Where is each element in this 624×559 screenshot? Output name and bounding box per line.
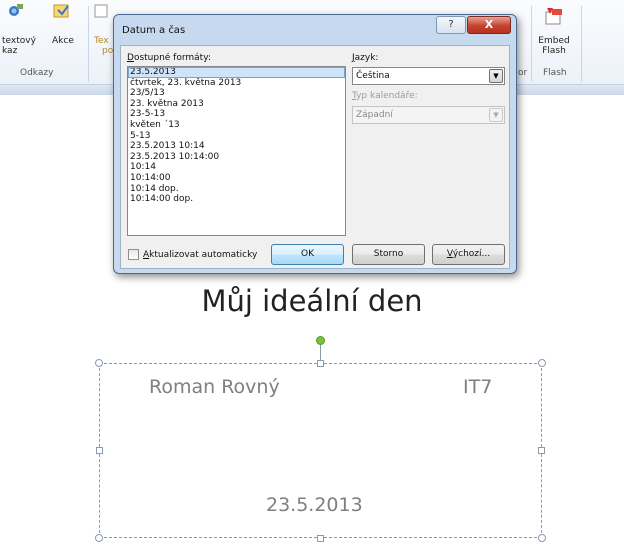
- format-list-item[interactable]: čtvrtek, 23. května 2013: [128, 78, 345, 89]
- embed-flash-button[interactable]: Embed Flash: [536, 36, 572, 56]
- ribbon-separator: [581, 6, 582, 82]
- format-list-item[interactable]: 23. května 2013: [128, 99, 345, 110]
- language-select[interactable]: Čeština ▼: [352, 67, 505, 85]
- chevron-down-icon[interactable]: ▼: [489, 69, 503, 83]
- formats-label: Dostupné formáty:: [127, 53, 211, 63]
- ok-button[interactable]: OK: [271, 244, 344, 265]
- format-list-item[interactable]: 5-13: [128, 131, 345, 142]
- rotate-handle[interactable]: [316, 336, 325, 345]
- embed-flash-label-1: Embed: [538, 36, 570, 46]
- close-button[interactable]: X: [467, 16, 511, 34]
- resize-handle-left[interactable]: [96, 447, 103, 454]
- resize-handle-bottom[interactable]: [317, 535, 324, 542]
- embed-flash-label-2: Flash: [542, 46, 566, 56]
- language-label: Jazyk:: [352, 53, 378, 63]
- format-list-item[interactable]: 10:14:00 dop.: [128, 194, 345, 205]
- akce-button[interactable]: Akce: [52, 36, 74, 46]
- resize-handle-top-left[interactable]: [95, 359, 103, 367]
- format-list-item[interactable]: 23.5.2013 10:14: [128, 141, 345, 152]
- format-list-item[interactable]: 23.5.2013: [128, 67, 345, 78]
- flash-icon[interactable]: [543, 6, 565, 29]
- calendar-type-select[interactable]: Západní ▼: [352, 106, 505, 124]
- ribbon-separator: [531, 6, 532, 82]
- author-name[interactable]: Roman Rovný: [149, 376, 280, 398]
- close-icon: X: [484, 18, 494, 31]
- auto-update-label[interactable]: Aktualizovat automaticky: [143, 250, 257, 260]
- help-button[interactable]: ?: [436, 16, 466, 34]
- group-label-odkazy: Odkazy: [20, 68, 54, 78]
- group-label-partial: or: [518, 68, 528, 78]
- ribbon-separator: [88, 6, 89, 82]
- calendar-label-text: yp kalendáře:: [356, 91, 418, 101]
- footer-placeholder-box[interactable]: Roman Rovný IT7 23.5.2013: [99, 363, 542, 538]
- calendar-type-label: Typ kalendáře:: [352, 91, 418, 101]
- format-list-item[interactable]: 10:14: [128, 162, 345, 173]
- format-list-item[interactable]: 10:14:00: [128, 173, 345, 184]
- date-time-dialog: Datum a čas ? X Dostupné formáty: 23.5.2…: [113, 14, 517, 274]
- format-list-item[interactable]: květen ´13: [128, 120, 345, 131]
- action-icon[interactable]: [52, 2, 72, 23]
- language-label-text: azyk:: [354, 53, 379, 63]
- calendar-value: Západní: [356, 110, 393, 120]
- dialog-titlebar[interactable]: Datum a čas ? X: [114, 15, 516, 45]
- language-value: Čeština: [356, 71, 390, 81]
- resize-handle-top-right[interactable]: [538, 359, 546, 367]
- default-button-text: ýchozí...: [452, 249, 491, 259]
- formats-listbox[interactable]: 23.5.2013 čtvrtek, 23. května 2013 23/5/13…: [127, 66, 346, 236]
- default-button[interactable]: Výchozí...: [432, 244, 505, 265]
- resize-handle-bottom-right[interactable]: [538, 534, 546, 542]
- hyperlink-icon[interactable]: [8, 2, 26, 21]
- text-button-partial[interactable]: Tex po: [94, 36, 113, 56]
- resize-handle-top[interactable]: [317, 360, 324, 367]
- dialog-title: Datum a čas: [122, 25, 186, 36]
- textovy-odkaz-label-1: textový: [2, 36, 36, 46]
- text-button-label-1: Tex: [94, 36, 109, 46]
- auto-update-text: ktualizovat automaticky: [149, 250, 258, 260]
- text-box-icon[interactable]: [94, 4, 108, 21]
- auto-update-checkbox[interactable]: [128, 249, 139, 260]
- chevron-down-icon[interactable]: ▼: [489, 108, 503, 122]
- format-list-item[interactable]: 23-5-13: [128, 109, 345, 120]
- formats-label-hotkey: D: [127, 53, 134, 63]
- textovy-odkaz-button[interactable]: textový kaz: [2, 36, 36, 56]
- text-button-label-2: po: [102, 46, 114, 56]
- group-label-flash: Flash: [543, 68, 567, 78]
- slide-date[interactable]: 23.5.2013: [266, 494, 363, 516]
- formats-label-text: ostupné formáty:: [133, 53, 211, 63]
- slide-title[interactable]: Můj ideální den: [0, 284, 624, 318]
- resize-handle-right[interactable]: [538, 447, 545, 454]
- resize-handle-bottom-left[interactable]: [95, 534, 103, 542]
- dialog-body: Dostupné formáty: 23.5.2013 čtvrtek, 23. …: [120, 45, 510, 269]
- format-list-item[interactable]: 10:14 dop.: [128, 184, 345, 195]
- class-label[interactable]: IT7: [463, 376, 492, 398]
- format-list-item[interactable]: 23/5/13: [128, 88, 345, 99]
- format-list-item[interactable]: 23.5.2013 10:14:00: [128, 152, 345, 163]
- textovy-odkaz-label-2: kaz: [2, 46, 18, 56]
- cancel-button[interactable]: Storno: [352, 244, 425, 265]
